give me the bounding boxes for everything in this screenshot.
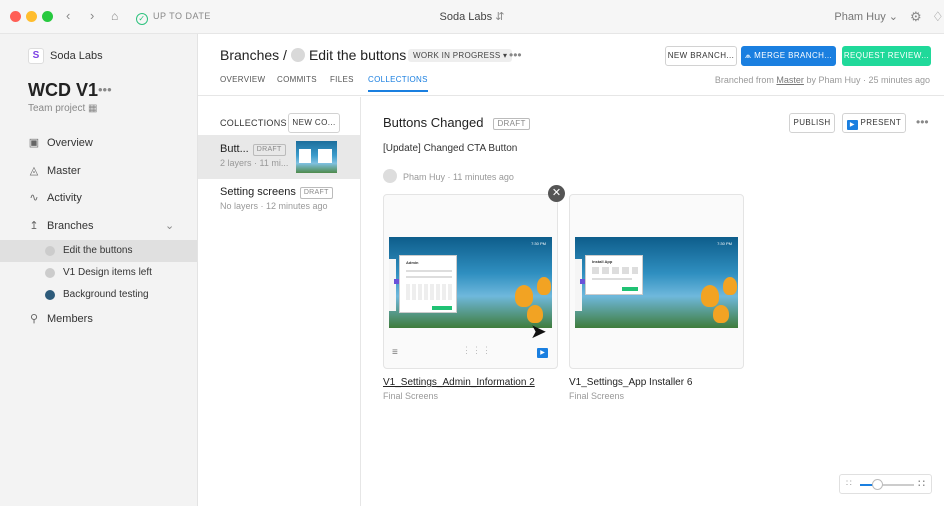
chevron-updown-icon: ⇵: [495, 11, 505, 23]
tab-collections[interactable]: COLLECTIONS: [368, 75, 428, 92]
request-review-button[interactable]: REQUEST REVIEW...: [842, 46, 931, 66]
org-name[interactable]: Soda Labs: [50, 50, 103, 62]
status-dropdown[interactable]: WORK IN PROGRESS ▾: [408, 49, 513, 62]
sidebar-item-members[interactable]: ⚲ Members: [0, 308, 197, 330]
collection-description: [Update] Changed CTA Button: [383, 143, 518, 154]
sidebar-item-activity[interactable]: ∿ Activity: [0, 187, 197, 209]
new-collection-button[interactable]: NEW CO...: [288, 113, 340, 133]
new-branch-button[interactable]: NEW BRANCH...: [665, 46, 737, 66]
org-logo: S: [28, 48, 44, 64]
collections-list: COLLECTIONS NEW CO... Butt... DRAFT 2 lay…: [198, 97, 361, 506]
project-type: Team project ▦: [28, 103, 98, 114]
collections-title: COLLECTIONS: [220, 118, 287, 128]
collection-title: Buttons Changed DRAFT: [383, 115, 530, 130]
layer-preview: 7:30 PM Install App: [575, 237, 738, 328]
status-badge: DRAFT: [252, 144, 286, 156]
grid-large-icon[interactable]: ∷: [918, 477, 925, 490]
layer-card[interactable]: 7:30 PM Install App: [569, 194, 744, 369]
tab-commits[interactable]: COMMITS: [277, 75, 317, 84]
preview-time: 7:30 PM: [717, 241, 732, 246]
drag-handle-icon[interactable]: ⋮⋮⋮: [462, 345, 492, 356]
layer-name[interactable]: V1_Settings_App Installer 6: [569, 377, 692, 388]
window-title[interactable]: Soda Labs ⇵: [0, 10, 944, 23]
avatar: [383, 169, 397, 183]
settings-icon[interactable]: ⚙: [910, 9, 922, 25]
layer-group: Final Screens: [383, 391, 439, 401]
branch-name: Edit the buttons: [308, 47, 407, 63]
sidebar-item-master[interactable]: ◬ Master: [0, 160, 197, 182]
zoom-slider-handle[interactable]: [872, 479, 883, 490]
branch-header: Branches / Edit the buttons WORK IN PROGR…: [198, 34, 944, 96]
preview-time: 7:30 PM: [531, 241, 546, 246]
present-button[interactable]: ▶ PRESENT: [842, 113, 906, 133]
team-icon: ▦: [88, 103, 98, 114]
list-item[interactable]: Setting screens DRAFT No layers · 12 minu…: [198, 181, 360, 217]
avatar: [290, 48, 305, 62]
more-icon[interactable]: •••: [916, 115, 929, 129]
sidebar-branch-v1-design[interactable]: V1 Design items left: [0, 262, 197, 284]
layer-preview: 7:30 PM Admin: [389, 237, 552, 328]
breadcrumb: Branches / Edit the buttons: [220, 47, 407, 63]
branch-icon: ↥: [29, 220, 39, 232]
collection-author: Pham Huy · 11 minutes ago: [383, 169, 514, 184]
close-icon[interactable]: ✕: [548, 185, 565, 202]
list-item[interactable]: Butt... DRAFT 2 layers · 11 mi...: [198, 135, 360, 179]
collection-thumbnail: [296, 141, 337, 173]
master-link[interactable]: Master: [776, 75, 804, 85]
sidebar-branch-edit-the-buttons[interactable]: Edit the buttons: [0, 240, 197, 262]
play-icon: ▶: [846, 120, 858, 130]
sidebar: S Soda Labs WCD V1 ••• Team project ▦ ▣ O…: [0, 34, 198, 506]
tab-files[interactable]: FILES: [330, 75, 354, 84]
bell-icon[interactable]: ♢: [932, 9, 944, 25]
avatar: [45, 290, 55, 300]
merge-icon: ⩕: [744, 51, 752, 60]
document-icon: ▣: [28, 137, 40, 149]
chevron-down-icon: ⌄: [165, 220, 175, 232]
merge-branch-button[interactable]: ⩕ MERGE BRANCH...: [741, 46, 836, 66]
sidebar-item-branches[interactable]: ↥ Branches ⌄: [0, 215, 197, 237]
master-icon: ◬: [29, 165, 39, 177]
project-title: WCD V1: [28, 80, 99, 100]
avatar: [45, 268, 55, 278]
sidebar-branch-background-testing[interactable]: Background testing: [0, 284, 197, 306]
preview-panel: Admin: [399, 255, 457, 313]
person-icon: ⚲: [29, 313, 39, 325]
chevron-down-icon: ⌄: [888, 11, 898, 23]
tab-overview[interactable]: OVERVIEW: [220, 75, 265, 84]
preview-panel: Install App: [585, 255, 643, 295]
cursor-icon: ➤: [530, 321, 547, 343]
layers-icon[interactable]: ≡: [392, 347, 398, 358]
layer-card[interactable]: 7:30 PM Admin ≡ ⋮⋮⋮ ▶ ➤: [383, 194, 558, 369]
layer-name[interactable]: V1_Settings_Admin_Information 2: [383, 377, 535, 388]
more-icon[interactable]: •••: [509, 48, 522, 62]
breadcrumb-root[interactable]: Branches: [220, 47, 279, 63]
grid-small-icon[interactable]: ∷: [846, 478, 852, 489]
card-footer: ≡ ⋮⋮⋮ ▶: [384, 340, 557, 368]
sidebar-item-overview[interactable]: ▣ Overview: [0, 132, 197, 154]
zoom-slider[interactable]: ∷ ∷: [839, 474, 932, 494]
status-badge: DRAFT: [299, 187, 333, 199]
status-badge: DRAFT: [493, 118, 530, 130]
play-icon[interactable]: ▶: [537, 348, 548, 358]
avatar: [45, 246, 55, 256]
more-icon[interactable]: •••: [98, 82, 112, 97]
collection-detail: Buttons Changed DRAFT PUBLISH ▶ PRESENT •…: [361, 97, 944, 506]
window-titlebar: ‹ › ⌂ ✓ UP TO DATE Soda Labs ⇵ Pham Huy ⌄…: [0, 0, 944, 34]
layer-group: Final Screens: [569, 391, 625, 401]
user-menu[interactable]: Pham Huy ⌄: [834, 10, 898, 23]
branch-origin: Branched from Master by Pham Huy · 25 mi…: [714, 75, 930, 85]
publish-button[interactable]: PUBLISH: [789, 113, 835, 133]
activity-icon: ∿: [29, 192, 39, 204]
